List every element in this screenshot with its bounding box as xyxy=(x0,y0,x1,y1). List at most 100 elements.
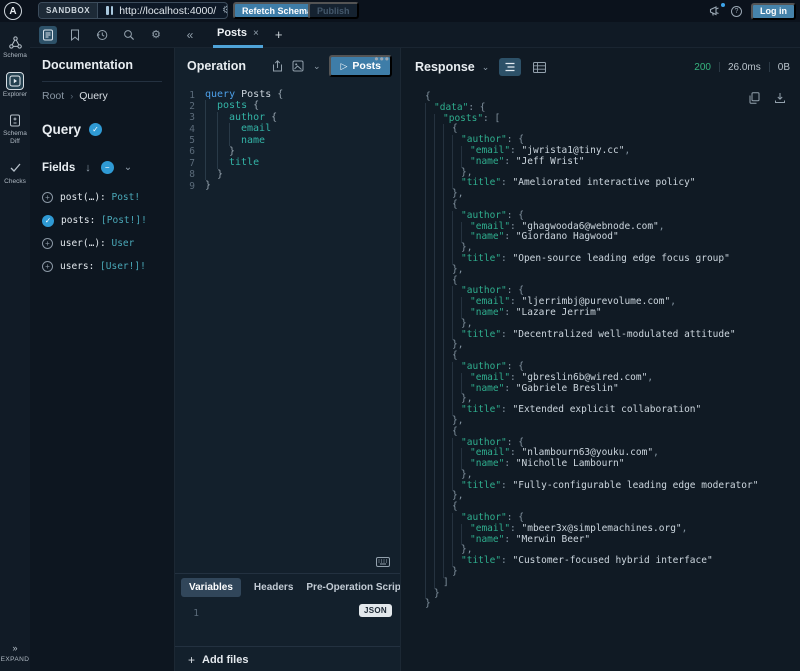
divider xyxy=(42,81,162,82)
code-line: 1query Posts { xyxy=(175,89,400,100)
expand-sidebar-button[interactable]: » EXPAND xyxy=(0,643,30,663)
chevron-down-icon[interactable]: ⌄ xyxy=(482,62,490,73)
response-line: }, xyxy=(425,189,800,200)
response-status: 200 26.0ms 0B xyxy=(694,62,790,73)
response-line: "email": "gbreslin6b@wired.com", xyxy=(425,373,800,384)
code-line: 4email xyxy=(175,123,400,134)
saved-operations-icon[interactable] xyxy=(66,26,84,44)
breadcrumb-current: Query xyxy=(79,90,108,102)
breadcrumb-root[interactable]: Root xyxy=(42,90,64,102)
sidebar-item-schema[interactable]: Schema xyxy=(0,34,30,60)
add-files-button[interactable]: + Add files xyxy=(175,646,400,671)
close-tab-icon[interactable]: × xyxy=(253,28,259,39)
history-icon[interactable] xyxy=(93,26,111,44)
announcements-icon[interactable] xyxy=(709,5,722,17)
tab-variables[interactable]: Variables xyxy=(181,578,241,597)
keyboard-shortcuts-icon[interactable] xyxy=(376,557,390,567)
chevron-down-icon[interactable]: ⌄ xyxy=(313,61,321,72)
response-line: "title": "Customer-focused hybrid interf… xyxy=(425,556,800,567)
response-line: "title": "Decentralized well-modulated a… xyxy=(425,330,800,341)
play-icon: ▷ xyxy=(340,61,347,72)
table-view-icon[interactable] xyxy=(528,58,550,76)
field-row[interactable]: ✓posts: [Post!]! xyxy=(42,209,162,232)
chevron-down-icon[interactable]: ⌄ xyxy=(124,162,132,173)
code-line: 8} xyxy=(175,169,400,180)
search-icon[interactable] xyxy=(120,26,138,44)
response-line: } xyxy=(425,589,800,600)
response-line: }, xyxy=(425,416,800,427)
response-line: "name": "Lazare Jerrim" xyxy=(425,308,800,319)
tab-pre-operation-script[interactable]: Pre-Operation Script xyxy=(306,582,400,593)
endpoint-url-bar[interactable]: SANDBOX http://localhost:4000/ ⚙ xyxy=(38,2,228,19)
pause-icon[interactable] xyxy=(106,6,113,15)
operation-bottom-tabs: VariablesHeadersPre-Operation ScriptPost… xyxy=(175,574,400,601)
code-line: 2posts { xyxy=(175,100,400,111)
explorer-toolbar: ⚙ « Posts × + xyxy=(30,22,800,48)
code-line: 5name xyxy=(175,135,400,146)
documentation-title: Documentation xyxy=(42,58,162,72)
variables-editor[interactable]: 1 JSON xyxy=(175,601,400,646)
plus-icon: + xyxy=(188,653,195,667)
operation-bottom-section: VariablesHeadersPre-Operation ScriptPost… xyxy=(175,573,400,671)
more-options-icon[interactable]: ••• xyxy=(374,52,390,66)
settings-gear-icon[interactable]: ⚙ xyxy=(147,26,165,44)
tab-posts[interactable]: Posts × xyxy=(213,22,263,48)
field-list: +post(…): Post!✓posts: [Post!]!+user(…):… xyxy=(42,186,162,278)
field-row[interactable]: +post(…): Post! xyxy=(42,186,162,209)
sidebar-item-checks[interactable]: Checks xyxy=(0,160,30,186)
tab-headers[interactable]: Headers xyxy=(254,582,293,593)
operation-panel: Operation ⌄ ▷ Posts 1query Posts {2posts… xyxy=(175,48,400,671)
response-size: 0B xyxy=(778,62,790,73)
chevron-right-icon: › xyxy=(70,91,73,101)
apollo-logo-icon[interactable]: A xyxy=(4,2,22,20)
sidebar-item-explorer[interactable]: Explorer xyxy=(0,73,30,99)
response-line: "name": "Gabriele Breslin" xyxy=(425,384,800,395)
fields-label: Fields xyxy=(42,162,75,174)
sort-down-arrow-icon[interactable]: ↓ xyxy=(85,162,91,174)
new-tab-button[interactable]: + xyxy=(275,27,283,42)
help-icon[interactable]: ? xyxy=(731,6,742,17)
response-line: "name": "Jeff Wrist" xyxy=(425,157,800,168)
collections-icon[interactable] xyxy=(292,60,304,72)
share-icon[interactable] xyxy=(272,60,283,72)
breadcrumb: Root › Query xyxy=(42,90,162,102)
operation-editor[interactable]: 1query Posts {2posts {3author {4email5na… xyxy=(175,84,400,573)
connection-settings-gear-icon[interactable]: ⚙ xyxy=(222,6,228,16)
field-add-icon[interactable]: + xyxy=(42,238,53,249)
filter-minus-icon[interactable]: − xyxy=(101,161,114,174)
response-line: "name": "Merwin Beer" xyxy=(425,535,800,546)
response-line: "title": "Fully-configurable leading edg… xyxy=(425,481,800,492)
field-add-icon[interactable]: + xyxy=(42,192,53,203)
type-heading: Query xyxy=(42,122,81,137)
explorer-icon xyxy=(7,73,23,89)
response-line: "name": "Nicholle Lambourn" xyxy=(425,459,800,470)
tree-view-icon[interactable] xyxy=(499,58,521,76)
code-line: 3author { xyxy=(175,112,400,123)
endpoint-url-input[interactable]: http://localhost:4000/ xyxy=(119,5,216,17)
field-row[interactable]: +user(…): User xyxy=(42,232,162,255)
login-button[interactable]: Log in xyxy=(751,3,796,20)
documentation-panel: Documentation Root › Query Query ✓ Field… xyxy=(30,48,175,671)
response-line: "data": { xyxy=(425,103,800,114)
response-body: {"data": {"posts": [{"author": {"email":… xyxy=(401,86,800,671)
type-selected-check-icon[interactable]: ✓ xyxy=(89,123,102,136)
field-add-icon[interactable]: + xyxy=(42,261,53,272)
sidebar-item-schema-diff[interactable]: Schema Diff xyxy=(0,112,30,146)
response-line: ] xyxy=(425,578,800,589)
response-line: { xyxy=(425,427,800,438)
publish-button[interactable]: Publish xyxy=(308,2,359,19)
response-line: "title": "Open-source leading edge focus… xyxy=(425,254,800,265)
response-line: }, xyxy=(425,319,800,330)
top-bar: A SANDBOX http://localhost:4000/ ⚙ Refet… xyxy=(0,0,800,22)
response-line: } xyxy=(425,567,800,578)
notification-dot xyxy=(721,3,725,7)
response-title[interactable]: Response xyxy=(415,60,475,74)
field-row[interactable]: +users: [User!]! xyxy=(42,255,162,278)
operations-panel-icon[interactable] xyxy=(39,26,57,44)
response-panel: Response ⌄ 200 26.0ms 0B xyxy=(400,48,800,671)
schema-icon xyxy=(7,34,23,50)
collapse-panel-icon[interactable]: « xyxy=(181,26,199,44)
field-checked-icon[interactable]: ✓ xyxy=(42,215,54,227)
code-line: 7title xyxy=(175,157,400,168)
response-line: }, xyxy=(425,340,800,351)
